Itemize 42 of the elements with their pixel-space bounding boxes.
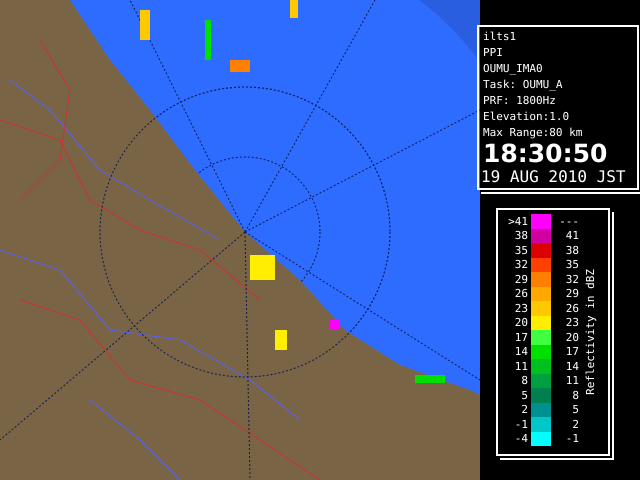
legend-label: --- xyxy=(558,214,579,228)
legend-label: 35 xyxy=(564,258,579,272)
legend-label: 17 xyxy=(564,345,579,358)
legend-label: 32 xyxy=(514,258,529,272)
info-text: Elevation:1.0 xyxy=(483,109,570,125)
legend-label: 8 xyxy=(571,388,579,402)
legend-label: 5 xyxy=(520,388,529,402)
info-text: Max Range:80 km xyxy=(483,125,584,141)
legend-label: 29 xyxy=(514,272,529,286)
legend-label: 32 xyxy=(564,272,579,286)
legend-label: 11 xyxy=(564,374,579,388)
legend-label: 38 xyxy=(564,244,579,257)
info-text: ilts1 xyxy=(483,29,518,45)
legend-label: >41 xyxy=(507,214,529,228)
legend-label: -4 xyxy=(514,432,529,446)
legend-label: 5 xyxy=(571,403,579,416)
legend-label: -1 xyxy=(564,432,579,446)
time-text: 18:30:50 xyxy=(483,141,608,167)
legend-label: 14 xyxy=(564,360,579,373)
legend-label: 17 xyxy=(514,330,529,344)
legend-label: 20 xyxy=(514,316,529,330)
legend-label: 29 xyxy=(564,287,579,300)
info-text: OUMU_IMA0 xyxy=(483,61,544,77)
legend-label: 41 xyxy=(564,229,579,242)
legend-label: 11 xyxy=(514,360,529,373)
legend-label: 8 xyxy=(520,374,529,388)
legend-label: 14 xyxy=(514,345,529,358)
legend-label: 23 xyxy=(564,316,579,330)
legend-label: 20 xyxy=(564,330,579,344)
legend-label: 26 xyxy=(514,287,529,300)
info-text: Task: OUMU_A xyxy=(483,77,564,93)
legend-label: 38 xyxy=(514,229,529,242)
date-text: 19 AUG 2010 JST xyxy=(481,167,626,186)
legend-label: 23 xyxy=(514,302,529,315)
legend-label: 26 xyxy=(564,302,579,315)
info-text: PPI xyxy=(483,45,504,61)
info-text: PRF: 1800Hz xyxy=(483,93,557,109)
legend-label: -1 xyxy=(514,418,529,431)
legend-label: 2 xyxy=(520,403,529,416)
legend-title: Reflectivity in dBZ xyxy=(584,269,596,395)
legend-label: 35 xyxy=(514,244,529,257)
legend-label: 2 xyxy=(571,418,579,431)
